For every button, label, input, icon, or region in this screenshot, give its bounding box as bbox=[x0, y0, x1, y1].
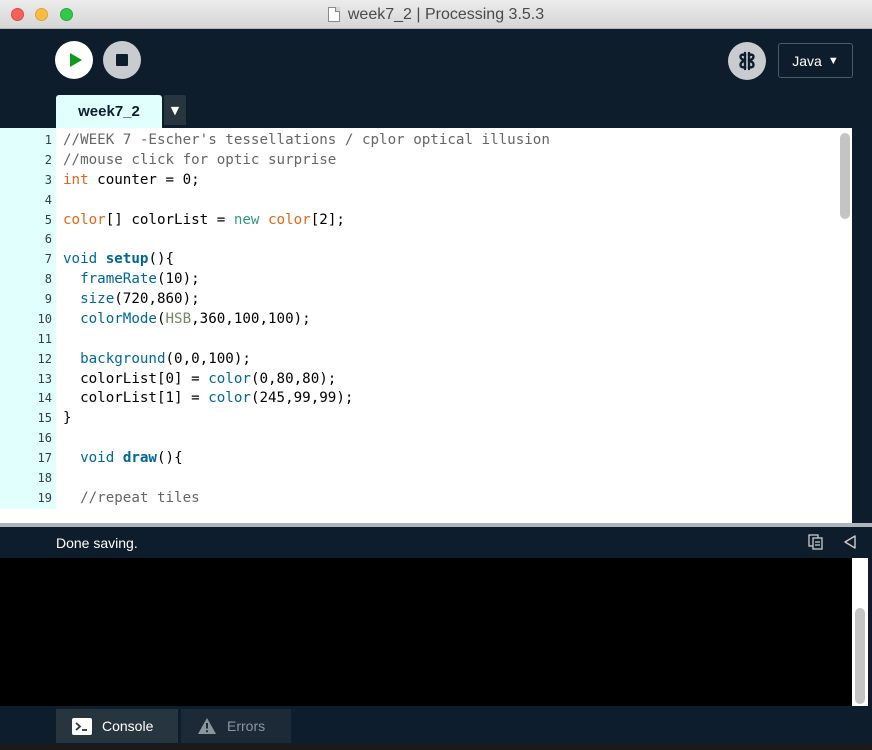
stop-button[interactable] bbox=[103, 41, 141, 79]
code-line[interactable]: void setup(){ bbox=[63, 249, 174, 269]
line-number: 2 bbox=[44, 152, 52, 167]
line-number: 16 bbox=[37, 431, 52, 446]
warning-icon bbox=[198, 718, 216, 734]
chevron-down-icon: ▼ bbox=[827, 54, 839, 67]
code-editor[interactable]: 1 2 3 4 5 6 7 8 9 10 11 12 13 14 15 16 17 18 19 //WEEK 7 -… bbox=[0, 128, 852, 509]
tab-menu-button[interactable]: ▼ bbox=[164, 95, 186, 125]
chevron-down-icon: ▼ bbox=[170, 103, 180, 117]
stop-icon bbox=[116, 54, 128, 66]
debugger-button[interactable] bbox=[728, 42, 766, 80]
play-icon bbox=[69, 53, 82, 67]
code-line[interactable]: colorMode(HSB,360,100,100); bbox=[63, 309, 311, 329]
butterfly-debugger-icon bbox=[739, 51, 755, 71]
console-output[interactable] bbox=[0, 558, 852, 706]
code-line[interactable]: //repeat tiles bbox=[63, 488, 200, 508]
code-line[interactable]: colorList[1] = color(245,99,99); bbox=[63, 388, 353, 408]
code-line[interactable]: void draw(){ bbox=[63, 448, 183, 468]
tab-label: week7_2 bbox=[78, 103, 140, 120]
line-number: 11 bbox=[37, 331, 52, 346]
status-bar: Done saving. bbox=[0, 527, 872, 558]
toolbar: Java ▼ bbox=[0, 29, 872, 95]
tab-week7-2[interactable]: week7_2 bbox=[56, 95, 162, 128]
code-line[interactable]: frameRate(10); bbox=[63, 269, 200, 289]
collapse-console-icon[interactable] bbox=[843, 535, 857, 549]
line-number: 19 bbox=[37, 490, 52, 505]
code-line[interactable]: int counter = 0; bbox=[63, 170, 200, 190]
tab-errors[interactable]: Errors bbox=[181, 709, 291, 743]
code-line[interactable]: size(720,860); bbox=[63, 289, 200, 309]
code-line[interactable]: background(0,0,100); bbox=[63, 349, 251, 369]
line-number: 5 bbox=[44, 212, 52, 227]
line-number: 10 bbox=[37, 311, 52, 326]
mode-selector[interactable]: Java ▼ bbox=[778, 43, 853, 78]
status-message: Done saving. bbox=[56, 535, 138, 551]
line-number: 4 bbox=[44, 192, 52, 207]
line-number: 13 bbox=[37, 371, 52, 386]
errors-tab-label: Errors bbox=[227, 718, 266, 734]
run-button[interactable] bbox=[55, 41, 93, 79]
document-icon bbox=[327, 7, 340, 22]
code-area[interactable]: //WEEK 7 -Escher's tessellations / cplor… bbox=[63, 128, 833, 509]
editor-right-margin bbox=[852, 128, 872, 525]
terminal-icon bbox=[72, 717, 92, 735]
line-number: 3 bbox=[44, 172, 52, 187]
console-tab-label: Console bbox=[102, 718, 154, 734]
console-scroll-thumb[interactable] bbox=[855, 608, 865, 704]
line-number: 8 bbox=[44, 272, 52, 287]
mode-label: Java bbox=[792, 52, 822, 69]
line-number: 12 bbox=[37, 351, 52, 366]
line-number: 14 bbox=[37, 391, 52, 406]
window-title: week7_2 | Processing 3.5.3 bbox=[0, 0, 872, 29]
window-title-bar: week7_2 | Processing 3.5.3 bbox=[0, 0, 872, 29]
window-title-text: week7_2 | Processing 3.5.3 bbox=[347, 5, 545, 23]
line-number: 9 bbox=[44, 292, 52, 307]
window-bottom-edge bbox=[0, 744, 872, 750]
line-number: 15 bbox=[37, 411, 52, 426]
line-number: 17 bbox=[37, 451, 52, 466]
code-line[interactable]: colorList[0] = color(0,80,80); bbox=[63, 369, 336, 389]
code-line[interactable]: //WEEK 7 -Escher's tessellations / cplor… bbox=[63, 130, 550, 150]
console-right-margin bbox=[868, 558, 872, 706]
line-number: 1 bbox=[44, 133, 52, 147]
copy-icon[interactable] bbox=[808, 534, 823, 550]
line-number: 18 bbox=[37, 470, 52, 485]
code-line[interactable]: //mouse click for optic surprise bbox=[63, 150, 336, 170]
line-number-gutter: 1 2 3 4 5 6 7 8 9 10 11 12 13 14 15 16 17 18 19 bbox=[0, 128, 56, 509]
code-line[interactable]: } bbox=[63, 408, 72, 428]
tab-console[interactable]: Console bbox=[56, 709, 178, 743]
line-number: 6 bbox=[44, 232, 52, 247]
line-number: 7 bbox=[44, 252, 52, 267]
editor-scroll-thumb[interactable] bbox=[840, 133, 850, 219]
code-line[interactable]: color[] colorList = new color[2]; bbox=[63, 210, 345, 230]
